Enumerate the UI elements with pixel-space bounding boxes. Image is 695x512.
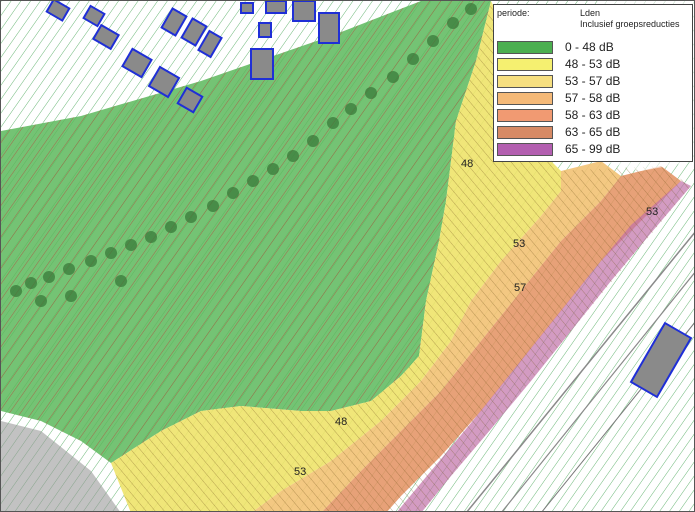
legend-row-1: 48 - 53 dB [497,58,689,72]
legend-label: 48 - 53 dB [565,57,621,71]
contour-label-57: 57 [514,282,526,294]
legend-label: 57 - 58 dB [565,91,621,105]
legend-swatch [497,143,553,156]
legend-swatch [497,41,553,54]
legend-period-label: periode: [497,8,530,18]
legend-label: 65 - 99 dB [565,142,621,156]
contour-label-48-a: 48 [461,158,473,170]
legend-label: 63 - 65 dB [565,125,621,139]
legend-row-5: 63 - 65 dB [497,126,689,140]
legend-swatch [497,58,553,71]
legend-row-6: 65 - 99 dB [497,143,689,157]
legend: periode: Lden Inclusief groepsreducties … [493,4,693,162]
legend-row-0: 0 - 48 dB [497,41,689,55]
contour-label-48-b: 48 [335,416,347,428]
contour-label-53-c: 53 [646,206,658,218]
legend-swatch [497,92,553,105]
noise-map[interactable]: 48 48 53 53 53 57 periode: Lden Inclusie… [0,0,695,512]
legend-row-3: 57 - 58 dB [497,92,689,106]
legend-row-4: 58 - 63 dB [497,109,689,123]
legend-label: 58 - 63 dB [565,108,621,122]
contour-label-53-b: 53 [294,466,306,478]
legend-period-value: Lden Inclusief groepsreducties [580,8,680,30]
contour-label-53-a: 53 [513,238,525,250]
legend-swatch [497,109,553,122]
legend-swatch [497,75,553,88]
legend-period-value-line1: Lden [580,8,601,18]
legend-label: 53 - 57 dB [565,74,621,88]
legend-swatch [497,126,553,139]
legend-label: 0 - 48 dB [565,40,614,54]
legend-row-2: 53 - 57 dB [497,75,689,89]
legend-period-value-line2: Inclusief groepsreducties [580,19,680,29]
